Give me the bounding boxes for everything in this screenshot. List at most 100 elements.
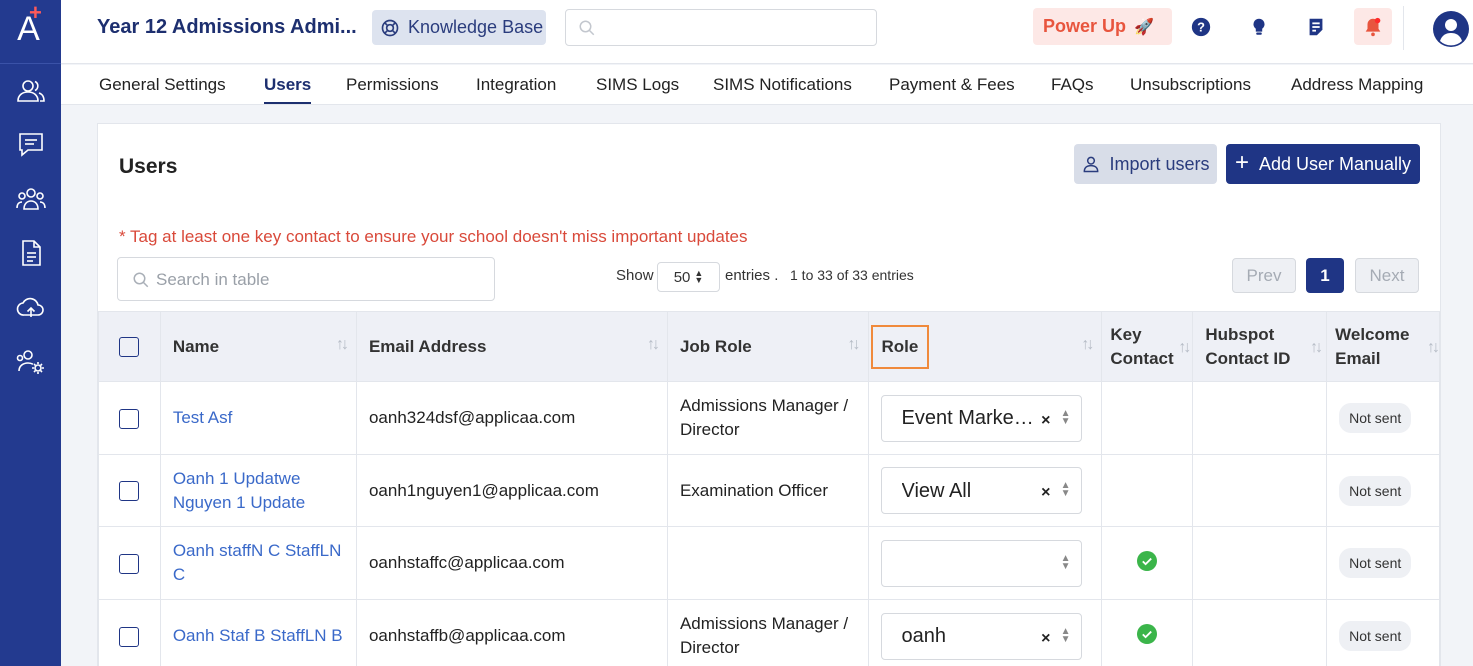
role-header-highlight: Role [870, 324, 930, 369]
import-users-button[interactable]: Import users [1074, 144, 1217, 184]
tab-users[interactable]: Users [264, 75, 312, 104]
tab-sims-notifications[interactable]: SIMS Notifications [713, 75, 852, 95]
app-logo[interactable]: A + [0, 0, 61, 64]
hubspot-cell [1192, 599, 1328, 666]
clear-icon[interactable]: × [1041, 481, 1050, 505]
row-checkbox[interactable] [119, 626, 139, 647]
prev-page-button[interactable]: Prev [1232, 258, 1296, 293]
header-key-contact[interactable]: Key Contact ↑↓ [1101, 311, 1194, 382]
hubspot-cell [1192, 526, 1328, 600]
tab-general-settings[interactable]: General Settings [99, 75, 226, 95]
topbar-divider [1403, 6, 1404, 50]
page-size-select[interactable]: 50 ▲ ▼ [657, 262, 720, 292]
role-select[interactable]: Event Marke… × ▲ ▼ [880, 394, 1082, 442]
header-hubspot[interactable]: Hubspot Contact ID ↑↓ [1192, 311, 1328, 382]
search-icon [579, 20, 595, 36]
role-value: Event Marke… [901, 407, 1034, 429]
tab-integration[interactable]: Integration [476, 75, 556, 95]
help-icon[interactable]: ? [1188, 14, 1214, 40]
group-icon[interactable] [0, 172, 61, 226]
sort-icon: ↑↓ [1081, 336, 1094, 353]
user-name-link[interactable]: Oanh staffN C StaffLN C [173, 541, 342, 584]
settings-nav: General Settings Users Permissions Integ… [61, 65, 1473, 105]
users-icon[interactable] [0, 64, 61, 118]
tab-payment-fees[interactable]: Payment & Fees [889, 75, 1015, 95]
key-contact-cell[interactable] [1101, 454, 1194, 527]
user-avatar-icon[interactable] [1432, 10, 1470, 48]
header-job-role[interactable]: Job Role ↑↓ [666, 311, 869, 382]
search-icon [133, 272, 149, 288]
table-row: Test Asf oanh324dsf@applicaa.com Admissi… [98, 381, 1440, 455]
page-title: Users [119, 155, 178, 178]
tab-unsubscriptions[interactable]: Unsubscriptions [1130, 75, 1251, 95]
header-name-label: Name [172, 336, 220, 356]
hubspot-cell [1192, 381, 1328, 455]
user-name-link[interactable]: Test Asf [173, 408, 233, 427]
user-name-link[interactable]: Oanh 1 Updatwe Nguyen 1 Update [173, 469, 305, 512]
header-welcome-email[interactable]: Welcome Email ↑↓ [1326, 311, 1440, 382]
add-user-button[interactable]: + Add User Manually [1226, 144, 1420, 184]
tab-permissions[interactable]: Permissions [346, 75, 439, 95]
header-email-label: Email Address [368, 336, 487, 356]
clear-icon[interactable]: × [1041, 627, 1050, 651]
app-title: Year 12 Admissions Admi... [97, 16, 357, 38]
global-search-input[interactable] [565, 9, 877, 46]
header-role-label: Role [881, 336, 919, 356]
user-settings-icon[interactable] [0, 334, 61, 388]
document-icon[interactable] [0, 226, 61, 280]
import-users-label: Import users [1109, 153, 1210, 174]
bell-icon [1365, 17, 1381, 36]
sort-arrows-icon: ▲ ▼ [694, 268, 704, 285]
next-page-button[interactable]: Next [1355, 258, 1419, 293]
top-bar: Year 12 Admissions Admi... Knowledge Bas… [61, 0, 1473, 64]
chat-icon[interactable] [0, 118, 61, 172]
select-all-checkbox[interactable] [119, 336, 139, 357]
header-role[interactable]: Role ↑↓ [867, 311, 1103, 382]
row-checkbox[interactable] [119, 553, 139, 574]
key-contact-cell[interactable] [1101, 599, 1194, 666]
header-welcome-label: Welcome Email [1335, 324, 1410, 368]
role-select[interactable]: View All × ▲ ▼ [880, 467, 1082, 514]
sort-icon: ↑↓ [847, 336, 861, 353]
knowledge-base-button[interactable]: Knowledge Base [372, 10, 546, 45]
svg-text:?: ? [1197, 20, 1205, 35]
role-select[interactable]: oanh × ▲ ▼ [880, 612, 1082, 660]
job-role-cell: Admissions Manager / Director [666, 381, 869, 455]
cloud-upload-icon[interactable] [0, 280, 61, 334]
tab-faqs[interactable]: FAQs [1051, 75, 1094, 95]
key-contact-cell[interactable] [1101, 381, 1194, 455]
header-job-role-label: Job Role [679, 336, 752, 356]
page-1-button[interactable]: 1 [1306, 258, 1344, 293]
tab-address-mapping[interactable]: Address Mapping [1291, 75, 1423, 95]
user-name-link[interactable]: Oanh Staf B StaffLN B [173, 626, 343, 645]
header-hubspot-label: Hubspot Contact ID [1205, 324, 1291, 368]
user-icon [1084, 156, 1099, 173]
sort-icon: ↑↓ [646, 336, 660, 353]
welcome-status-badge: Not sent [1339, 403, 1412, 433]
header-name[interactable]: Name ↑↓ [159, 311, 357, 382]
role-select[interactable]: ▲ ▼ [880, 539, 1082, 587]
tab-sims-logs[interactable]: SIMS Logs [596, 75, 679, 95]
row-checkbox[interactable] [119, 408, 139, 429]
entries-count: 1 to 33 of 33 entries [790, 267, 914, 283]
email-cell: oanhstaffc@applicaa.com [355, 526, 668, 600]
key-contact-cell[interactable] [1101, 526, 1194, 600]
clear-icon[interactable]: × [1041, 409, 1050, 433]
header-email[interactable]: Email Address ↑↓ [355, 311, 668, 382]
table-search-input[interactable]: Search in table [117, 257, 495, 301]
key-contact-warning: * Tag at least one key contact to ensure… [119, 227, 748, 246]
show-label: Show [616, 267, 654, 284]
row-checkbox[interactable] [119, 481, 139, 502]
select-arrows-icon: ▲ ▼ [1060, 552, 1071, 572]
lightbulb-icon[interactable] [1246, 14, 1272, 40]
notes-icon[interactable] [1303, 14, 1329, 40]
role-value: View All [901, 479, 972, 502]
table-search-placeholder: Search in table [156, 270, 270, 289]
sort-icon: ↑↓ [1427, 339, 1440, 356]
power-up-button[interactable]: Power Up 🚀 [1033, 8, 1172, 45]
welcome-status-badge: Not sent [1339, 621, 1412, 651]
job-role-cell [666, 526, 869, 600]
notifications-button[interactable] [1354, 8, 1392, 45]
users-card: Users Import users + Add User Manually *… [97, 123, 1441, 666]
table-row: Oanh staffN C StaffLN C oanhstaffc@appli… [98, 526, 1440, 600]
